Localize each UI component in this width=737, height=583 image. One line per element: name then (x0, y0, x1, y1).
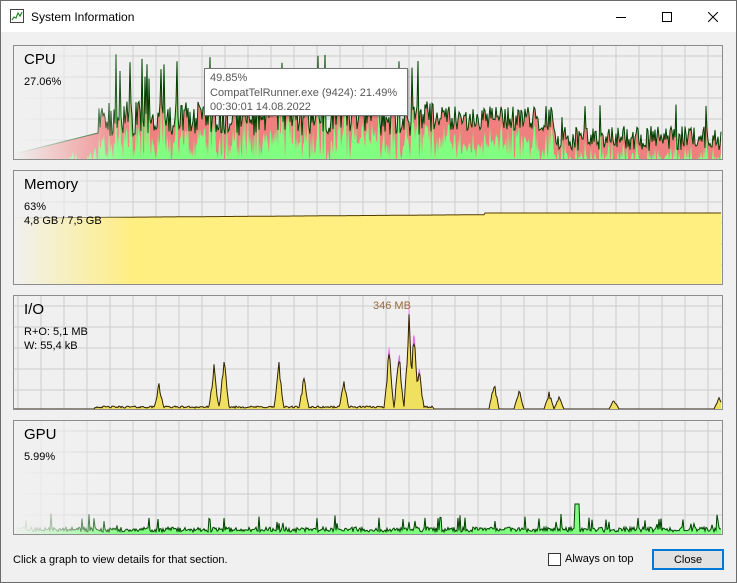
maximize-icon (662, 11, 672, 22)
cpu-percent: 27.06% (24, 76, 62, 88)
gpu-graph (14, 421, 722, 534)
always-on-top-label: Always on top (565, 553, 634, 565)
io-label: I/O (24, 301, 45, 318)
maximize-button[interactable] (644, 1, 690, 32)
title-bar[interactable]: System Information (1, 1, 736, 32)
tooltip-timestamp: 00:30:01 14.08.2022 (210, 101, 311, 113)
system-information-icon (10, 9, 24, 23)
gpu-percent: 5.99% (24, 451, 56, 463)
cpu-label: CPU (24, 51, 56, 68)
cpu-tooltip: 49.85% CompatTelRunner.exe (9424): 21.49… (204, 68, 408, 116)
io-read-area (14, 314, 721, 409)
io-grid (14, 296, 722, 409)
close-button[interactable]: Close (652, 549, 724, 570)
always-on-top-toggle[interactable]: Always on top (548, 553, 633, 566)
io-write-area (14, 300, 721, 409)
window-title: System Information (31, 10, 135, 24)
memory-graph-panel[interactable]: Memory 63% 4,8 GB / 7,5 GB (13, 170, 723, 285)
gpu-graph-panel[interactable]: GPU 5.99% (13, 420, 723, 535)
io-line (14, 314, 722, 409)
system-information-window: System Information CPU 27.06% Memory 63%… (0, 0, 737, 583)
memory-label: Memory (24, 176, 79, 193)
memory-percent: 63% (24, 201, 47, 213)
close-icon (708, 11, 718, 22)
memory-amount: 4,8 GB / 7,5 GB (24, 215, 102, 227)
always-on-top-checkbox[interactable] (548, 553, 561, 566)
minimize-icon (616, 16, 626, 18)
memory-graph (14, 171, 722, 284)
io-read-other-value: R+O: 5,1 MB (24, 326, 88, 338)
close-button-label: Close (673, 553, 703, 566)
io-graph (14, 296, 722, 409)
minimize-button[interactable] (598, 1, 644, 32)
tooltip-total: 49.85% (210, 72, 248, 84)
gpu-label: GPU (24, 426, 57, 443)
footer-hint: Click a graph to view details for that s… (13, 554, 228, 566)
io-peak-label: 346 MB (373, 300, 411, 312)
close-window-button[interactable] (690, 1, 736, 32)
io-graph-panel[interactable]: I/O R+O: 5,1 MB W: 55,4 kB 346 MB (13, 295, 723, 410)
tooltip-process: CompatTelRunner.exe (9424): 21.49% (210, 86, 398, 99)
io-write-value: W: 55,4 kB (24, 340, 78, 352)
